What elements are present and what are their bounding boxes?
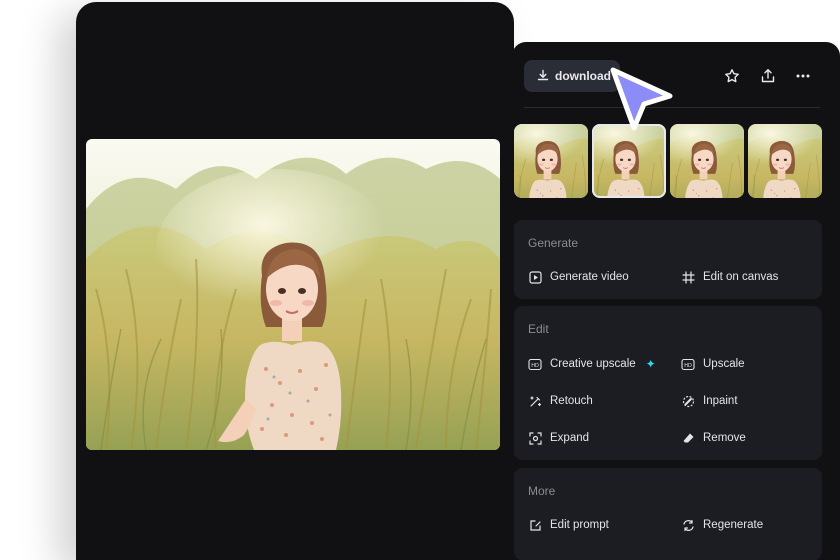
download-label: download: [555, 69, 611, 83]
brush-icon: [681, 394, 695, 408]
sparkle-icon: ✦: [645, 357, 656, 371]
star-icon[interactable]: [722, 66, 742, 86]
image-viewer: [76, 2, 514, 560]
svg-text:HD: HD: [531, 363, 539, 369]
hd-upscale-icon: HD: [528, 357, 542, 371]
generate-section: Generate Generate video Edit on canvas: [514, 220, 822, 299]
retouch-label: Retouch: [550, 395, 593, 407]
edit-section-title: Edit: [528, 322, 549, 336]
expand-label: Expand: [550, 432, 590, 444]
remove-label: Remove: [703, 432, 746, 444]
thumbnail-3[interactable]: [670, 124, 744, 198]
download-icon: [537, 69, 549, 84]
edit-prompt-icon: [528, 518, 542, 532]
expand-icon: [528, 431, 542, 445]
edit-on-canvas-label: Edit on canvas: [703, 271, 779, 283]
more-section-title: More: [528, 484, 556, 498]
edit-on-canvas-button[interactable]: Edit on canvas: [681, 268, 778, 286]
thumbnail-2[interactable]: [592, 124, 666, 198]
svg-text:HD: HD: [684, 363, 692, 369]
more-section: More Edit prompt Regenerate: [514, 468, 822, 560]
thumbnail-strip: [514, 124, 840, 198]
remove-button[interactable]: Remove: [681, 429, 746, 447]
retouch-button[interactable]: Retouch: [528, 392, 593, 410]
generate-section-title: Generate: [528, 236, 579, 250]
canvas-icon: [681, 270, 695, 284]
inpaint-label: Inpaint: [703, 395, 738, 407]
hd-icon: HD: [681, 357, 695, 371]
upscale-button[interactable]: HD Upscale: [681, 355, 745, 373]
thumbnail-4[interactable]: [748, 124, 822, 198]
main-image[interactable]: [86, 139, 500, 450]
regenerate-button[interactable]: Regenerate: [681, 516, 763, 534]
creative-upscale-button[interactable]: HD Creative upscale ✦: [528, 355, 656, 373]
upscale-label: Upscale: [703, 358, 745, 370]
generate-video-button[interactable]: Generate video: [528, 268, 629, 286]
edit-section: Edit HD Creative upscale ✦ HD Upscale Re…: [514, 306, 822, 460]
share-icon[interactable]: [758, 66, 778, 86]
creative-upscale-label: Creative upscale: [550, 358, 636, 370]
generate-video-label: Generate video: [550, 271, 629, 283]
edit-prompt-label: Edit prompt: [550, 519, 609, 531]
regenerate-icon: [681, 518, 695, 532]
play-square-icon: [528, 270, 542, 284]
expand-button[interactable]: Expand: [528, 429, 589, 447]
more-icon[interactable]: [793, 66, 813, 86]
regenerate-label: Regenerate: [703, 519, 764, 531]
eraser-icon: [681, 431, 695, 445]
inpaint-button[interactable]: Inpaint: [681, 392, 738, 410]
cursor-pointer-icon: [604, 62, 682, 134]
thumbnail-1[interactable]: [514, 124, 588, 198]
magic-wand-icon: [528, 394, 542, 408]
edit-prompt-button[interactable]: Edit prompt: [528, 516, 609, 534]
